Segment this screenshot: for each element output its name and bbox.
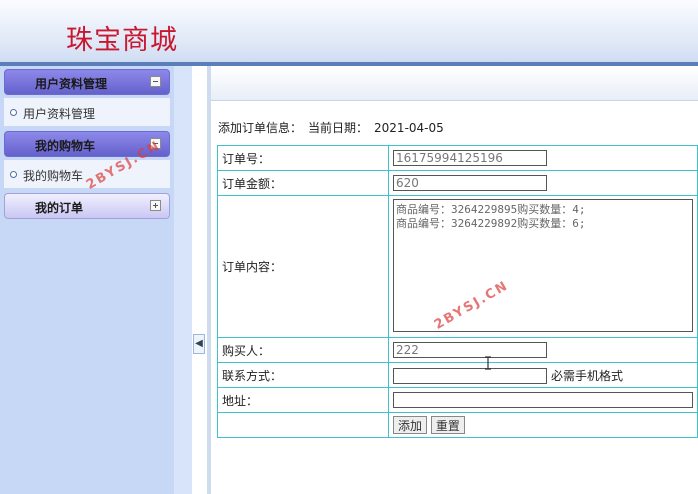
content-label: 订单内容： [217, 195, 389, 338]
page-header: 珠宝商城 [0, 0, 698, 62]
date-value: 2021-04-05 [374, 121, 444, 135]
sidebar-group-label: 我的购物车 [35, 139, 96, 153]
main-toolbar [211, 66, 698, 100]
sidebar-group-label: 用户资料管理 [35, 77, 108, 91]
order-no-label: 订单号： [217, 145, 389, 171]
sidebar-item-label: 我的购物车 [23, 169, 84, 183]
reset-button[interactable]: 重置 [430, 416, 465, 434]
contact-hint: 必需手机格式 [551, 368, 624, 383]
text-cursor-icon [485, 356, 491, 370]
expand-icon[interactable] [150, 200, 161, 211]
splitter[interactable] [207, 66, 211, 494]
sidebar-group-orders[interactable]: 我的订单 [4, 193, 170, 219]
bullet-icon [10, 109, 17, 116]
amount-label: 订单金额： [217, 170, 389, 196]
sidebar-group-user-profile[interactable]: 用户资料管理 [4, 69, 170, 95]
bullet-icon [10, 171, 17, 178]
add-button[interactable]: 添加 [393, 416, 428, 434]
site-logo-title: 珠宝商城 [66, 25, 178, 56]
contact-input[interactable] [393, 367, 547, 384]
address-label: 地址： [217, 387, 389, 413]
button-row-spacer [217, 412, 389, 438]
date-label: 当前日期： [308, 121, 369, 135]
collapse-sidebar-icon[interactable]: ◀ [193, 334, 205, 354]
sidebar-gutter [174, 66, 192, 494]
content-textarea[interactable]: 商品编号：3264229895购买数量：4; 商品编号：3264229892购买… [393, 198, 693, 332]
order-form: 订单号： 订单金额： 订单内容： 商品编号：3264229895购买数量：4; … [217, 145, 698, 438]
order-info-label: 添加订单信息： [218, 121, 303, 135]
address-input[interactable] [393, 392, 693, 408]
sidebar-item-label: 用户资料管理 [23, 107, 96, 121]
sidebar-item-user-profile[interactable]: 用户资料管理 [4, 98, 170, 126]
buyer-input[interactable] [393, 342, 547, 358]
order-no-input[interactable] [393, 150, 547, 166]
order-info-line: 添加订单信息： 当前日期： 2021-04-05 [218, 119, 450, 136]
amount-input[interactable] [393, 175, 547, 191]
collapse-icon[interactable] [150, 76, 161, 87]
buyer-label: 购买人： [217, 337, 389, 363]
sidebar-group-label: 我的订单 [35, 201, 84, 215]
contact-label: 联系方式： [217, 362, 389, 388]
toolbar-divider [211, 100, 698, 101]
